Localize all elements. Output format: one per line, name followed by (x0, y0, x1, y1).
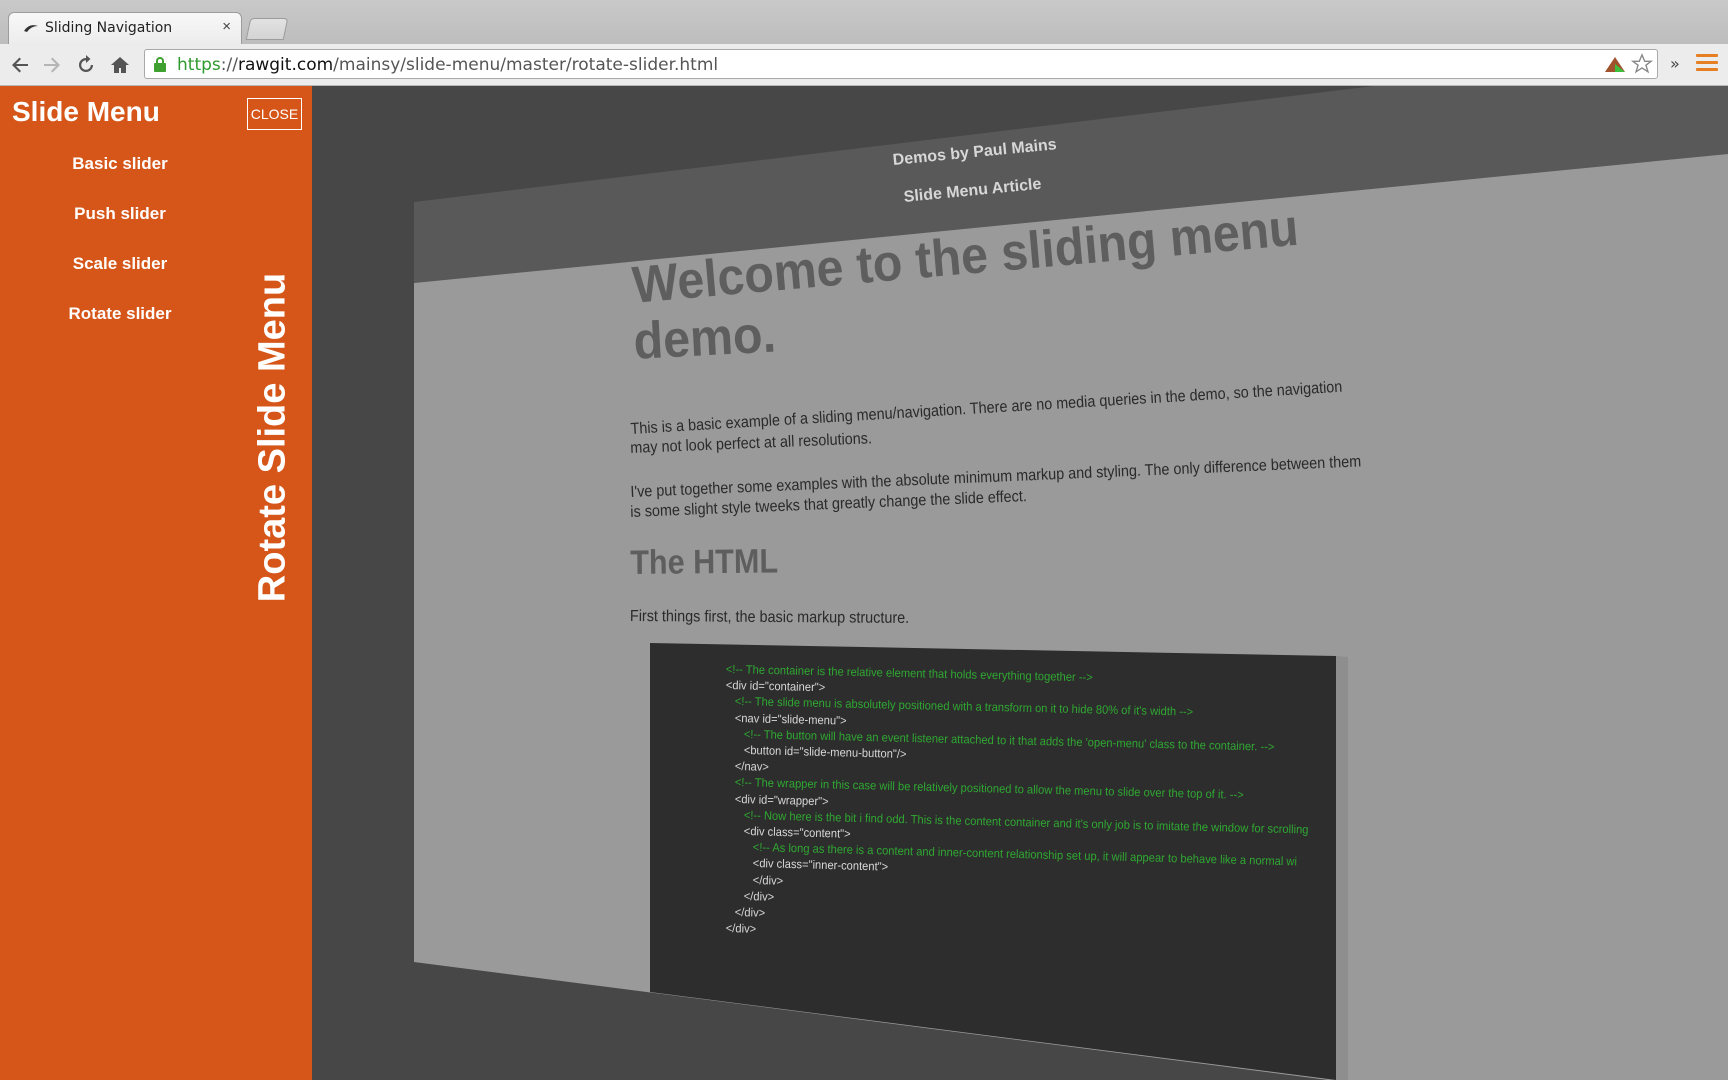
lock-icon (154, 57, 166, 72)
slide-menu-list: Basic slider Push slider Scale slider Ro… (0, 154, 240, 354)
new-tab-button[interactable] (245, 18, 289, 40)
tab-close-icon[interactable]: × (222, 18, 231, 35)
bookmark-star-icon[interactable] (1631, 53, 1653, 75)
html-subheading: The HTML (630, 542, 779, 582)
url-text: https://rawgit.com/mainsy/slide-menu/mas… (177, 55, 719, 75)
reload-icon[interactable] (74, 53, 98, 77)
browser-toolbar: https://rawgit.com/mainsy/slide-menu/mas… (0, 44, 1728, 86)
menu-item-scale-slider[interactable]: Scale slider (0, 254, 240, 304)
forward-arrow-icon[interactable] (40, 53, 64, 77)
address-bar[interactable]: https://rawgit.com/mainsy/slide-menu/mas… (144, 49, 1658, 79)
page-viewport: Demos by Paul Mains Slide Menu Article W… (312, 86, 1728, 1080)
markup-paragraph: First things first, the basic markup str… (629, 608, 910, 627)
page-heading-line1: Welcome to the sliding menu (630, 198, 1301, 315)
browser-menu-icon[interactable] (1696, 54, 1718, 74)
page-heading-line2: demo. (632, 305, 778, 371)
close-button[interactable]: CLOSE (247, 98, 302, 130)
page-content: Demos by Paul Mains Slide Menu Article W… (312, 86, 1728, 1080)
overflow-chevron-icon[interactable]: » (1670, 54, 1680, 73)
code-line: </div> (725, 921, 757, 937)
tab-strip: Sliding Navigation × (0, 0, 1728, 44)
home-icon[interactable] (108, 53, 132, 77)
article-link[interactable]: Slide Menu Article (903, 176, 1042, 207)
extension-icon[interactable] (1603, 54, 1627, 76)
browser-tab[interactable]: Sliding Navigation × (8, 12, 242, 44)
slide-menu: Slide Menu CLOSE Basic slider Push slide… (0, 86, 312, 1080)
code-block: <!-- The container is the relative eleme… (650, 643, 1336, 1080)
menu-item-rotate-slider[interactable]: Rotate slider (0, 304, 240, 354)
code-line: </div> (752, 872, 784, 888)
tab-title: Sliding Navigation (45, 20, 173, 36)
menu-vertical-label: Rotate Slide Menu (251, 272, 294, 603)
menu-vertical-label-wrap: Rotate Slide Menu (248, 226, 298, 656)
intro-paragraph-line1: This is a basic example of a sliding men… (630, 378, 1343, 438)
favicon-icon (24, 25, 38, 32)
menu-item-basic-slider[interactable]: Basic slider (0, 154, 240, 204)
menu-item-push-slider[interactable]: Push slider (0, 204, 240, 254)
demos-link[interactable]: Demos by Paul Mains (892, 136, 1057, 170)
back-arrow-icon[interactable] (8, 53, 32, 77)
slide-menu-title: Slide Menu (12, 96, 160, 127)
